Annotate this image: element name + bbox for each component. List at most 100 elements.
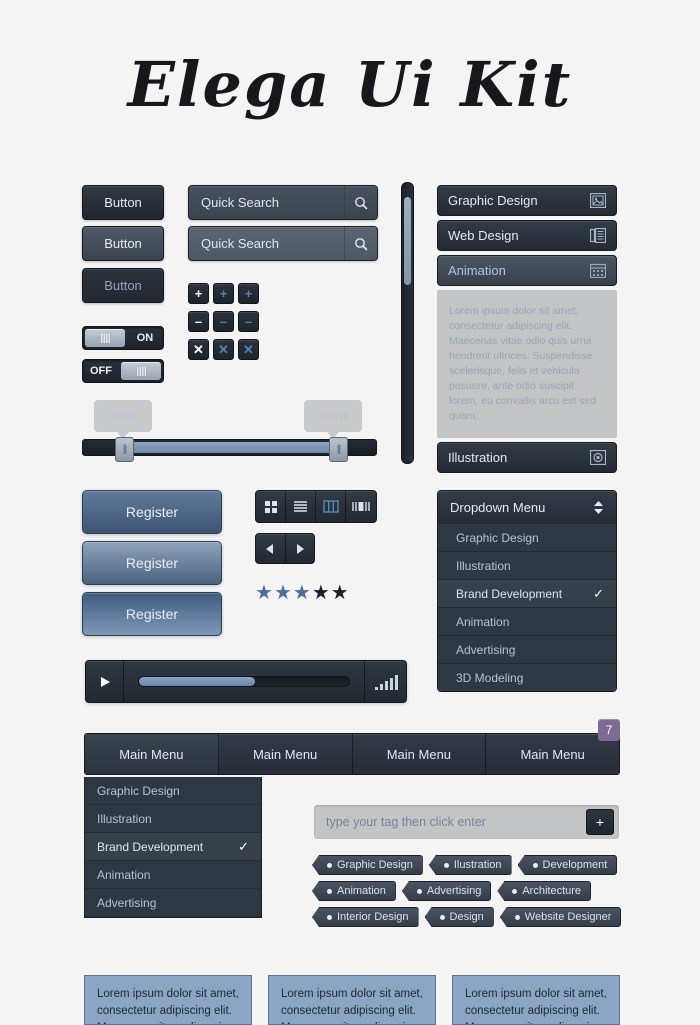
pager-controls[interactable] bbox=[255, 533, 315, 564]
volume-bars-icon[interactable] bbox=[364, 661, 406, 702]
tag-design[interactable]: Design bbox=[424, 907, 494, 927]
player-progress[interactable] bbox=[124, 676, 364, 687]
slider-track[interactable]: || || bbox=[82, 437, 377, 462]
slider-handle-min[interactable]: || bbox=[115, 437, 134, 462]
register-button-hover[interactable]: Register bbox=[82, 541, 222, 585]
submenu-item-advertising[interactable]: Advertising bbox=[85, 889, 261, 917]
view-toggle-group[interactable] bbox=[255, 490, 377, 523]
accordion-label: Graphic Design bbox=[448, 193, 538, 208]
submenu-item-illustration[interactable]: Illustration bbox=[85, 805, 261, 833]
dropdown-item-3d-modeling[interactable]: 3D Modeling bbox=[438, 663, 616, 691]
accordion-item-animation[interactable]: Animation bbox=[437, 255, 617, 286]
prev-arrow-icon[interactable] bbox=[256, 534, 286, 563]
toggle-switch-on[interactable]: |||||| ON bbox=[82, 326, 164, 350]
minus-button-blue-1[interactable]: – bbox=[213, 311, 234, 332]
scrollbar-thumb[interactable] bbox=[404, 197, 411, 285]
quick-search-field-1[interactable]: Quick Search bbox=[188, 185, 378, 220]
minus-button-blue-2[interactable]: – bbox=[238, 311, 259, 332]
ui-kit-page: Elega Ui Kit Button Button Button Quick … bbox=[0, 0, 700, 1025]
submenu-item-animation[interactable]: Animation bbox=[85, 861, 261, 889]
plus-button-white[interactable]: + bbox=[188, 283, 209, 304]
tag-interior-design[interactable]: Interior Design bbox=[312, 907, 419, 927]
add-tag-button[interactable]: + bbox=[586, 809, 614, 835]
tag-ilustration[interactable]: Ilustration bbox=[428, 855, 512, 875]
tag-label: Interior Design bbox=[337, 911, 409, 923]
quick-search-field-2[interactable]: Quick Search bbox=[188, 226, 378, 261]
accordion-item-illustration[interactable]: Illustration bbox=[437, 442, 617, 473]
toggle-knob[interactable]: |||||| bbox=[85, 329, 125, 347]
dropdown-item-graphic-design[interactable]: Graphic Design bbox=[438, 523, 616, 551]
main-menu-item-2[interactable]: Main Menu bbox=[219, 734, 353, 774]
dropdown-item-illustration[interactable]: Illustration bbox=[438, 551, 616, 579]
tag-advertising[interactable]: Advertising bbox=[401, 881, 492, 901]
main-menu-bar[interactable]: Main Menu Main Menu Main Menu Main Menu … bbox=[84, 719, 620, 775]
star-icon-3[interactable]: ★ bbox=[293, 582, 312, 604]
tag-animation[interactable]: Animation bbox=[312, 881, 396, 901]
tag-website-designer[interactable]: Website Designer bbox=[499, 907, 622, 927]
plus-button-blue-2[interactable]: + bbox=[238, 283, 259, 304]
list-view-icon[interactable] bbox=[286, 491, 316, 522]
media-player[interactable] bbox=[85, 660, 407, 703]
tag-input[interactable]: type your tag then click enter bbox=[314, 815, 586, 829]
close-button-blue-2[interactable]: ✕ bbox=[238, 339, 259, 360]
range-slider[interactable]: 20% 100% || || bbox=[82, 400, 377, 462]
search-input[interactable]: Quick Search bbox=[189, 195, 344, 210]
tag-row: Graphic Design Ilustration Development bbox=[312, 855, 624, 875]
search-icon[interactable] bbox=[345, 237, 377, 251]
main-menu-item-4[interactable]: Main Menu 7 bbox=[486, 719, 620, 774]
close-button-blue-1[interactable]: ✕ bbox=[213, 339, 234, 360]
column-view-icon[interactable] bbox=[316, 491, 346, 522]
grid-view-icon[interactable] bbox=[256, 491, 286, 522]
accordion-label: Illustration bbox=[448, 450, 508, 465]
dropdown-menu[interactable]: Dropdown Menu Graphic Design Illustratio… bbox=[437, 490, 617, 692]
toggle-switch-off[interactable]: OFF |||||| bbox=[82, 359, 164, 383]
accordion-body-text: Lorem ipsum dolor sit amet, consectetur … bbox=[437, 290, 617, 438]
plus-button-blue-1[interactable]: + bbox=[213, 283, 234, 304]
star-icon-5[interactable]: ★ bbox=[331, 582, 350, 604]
dropdown-header[interactable]: Dropdown Menu bbox=[438, 491, 616, 523]
button-default[interactable]: Button bbox=[82, 185, 164, 220]
progress-track[interactable] bbox=[138, 676, 350, 687]
submenu-item-label: Brand Development bbox=[97, 839, 204, 854]
search-input[interactable]: Quick Search bbox=[189, 236, 344, 251]
bullet-icon bbox=[512, 888, 518, 894]
register-button-pressed[interactable]: Register bbox=[82, 592, 222, 636]
tag-input-field[interactable]: type your tag then click enter + bbox=[314, 805, 619, 839]
accordion-label: Animation bbox=[448, 263, 506, 278]
next-arrow-icon[interactable] bbox=[286, 534, 315, 563]
star-rating[interactable]: ★★★★★ bbox=[255, 580, 350, 605]
tag-development[interactable]: Development bbox=[517, 855, 618, 875]
accordion-item-graphic-design[interactable]: Graphic Design bbox=[437, 185, 617, 216]
tag-graphic-design[interactable]: Graphic Design bbox=[312, 855, 423, 875]
submenu-item-graphic-design[interactable]: Graphic Design bbox=[85, 777, 261, 805]
button-pressed[interactable]: Button bbox=[82, 268, 164, 303]
accordion-item-web-design[interactable]: Web Design bbox=[437, 220, 617, 251]
minus-button-white[interactable]: – bbox=[188, 311, 209, 332]
submenu-item-brand-development[interactable]: Brand Development ✓ bbox=[85, 833, 261, 861]
submenu-item-label: Advertising bbox=[97, 895, 157, 910]
tag-label: Architecture bbox=[522, 885, 582, 897]
toggle-knob[interactable]: |||||| bbox=[121, 362, 161, 380]
tag-architecture[interactable]: Architecture bbox=[497, 881, 592, 901]
register-button-default[interactable]: Register bbox=[82, 490, 222, 534]
vertical-scrollbar[interactable] bbox=[401, 182, 414, 464]
notification-badge[interactable]: 7 bbox=[598, 719, 620, 741]
bullet-icon bbox=[327, 914, 332, 920]
grip-lines-icon: |||||| bbox=[136, 365, 147, 377]
star-icon-2[interactable]: ★ bbox=[274, 582, 293, 604]
button-hover[interactable]: Button bbox=[82, 226, 164, 261]
dropdown-item-advertising[interactable]: Advertising bbox=[438, 635, 616, 663]
play-icon[interactable] bbox=[86, 661, 124, 702]
search-icon[interactable] bbox=[345, 196, 377, 210]
dropdown-item-brand-development[interactable]: Brand Development ✓ bbox=[438, 579, 616, 607]
star-icon-4[interactable]: ★ bbox=[312, 582, 331, 604]
close-button-white[interactable]: ✕ bbox=[188, 339, 209, 360]
updown-chevron-icon[interactable] bbox=[593, 500, 604, 515]
main-menu-item-1[interactable]: Main Menu bbox=[85, 734, 219, 774]
main-menu-item-3[interactable]: Main Menu bbox=[353, 734, 487, 774]
main-menu-submenu[interactable]: Graphic Design Illustration Brand Develo… bbox=[84, 777, 262, 918]
star-icon-1[interactable]: ★ bbox=[255, 582, 274, 604]
carousel-view-icon[interactable] bbox=[346, 491, 376, 522]
dropdown-item-animation[interactable]: Animation bbox=[438, 607, 616, 635]
slider-handle-max[interactable]: || bbox=[329, 437, 348, 462]
